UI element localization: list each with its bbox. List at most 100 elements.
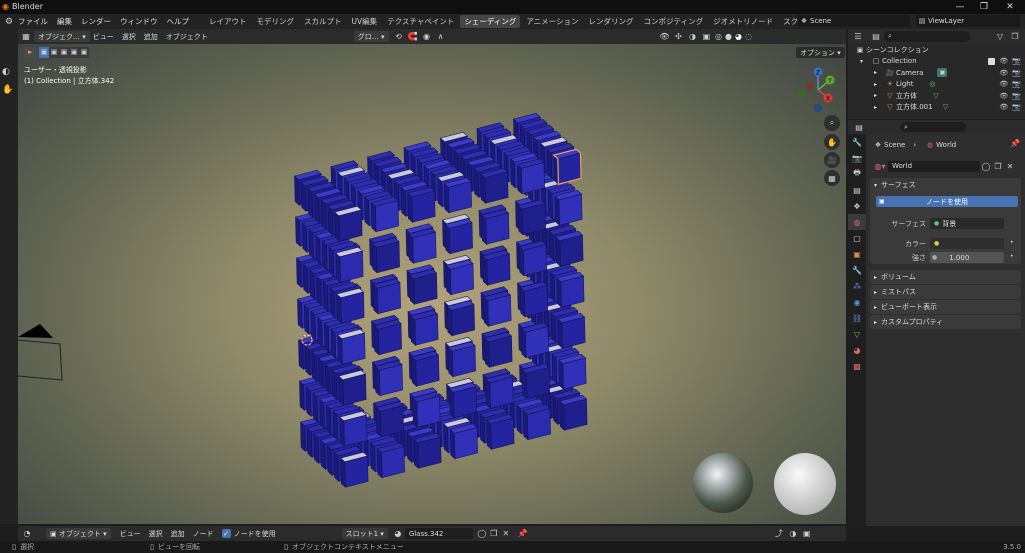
camera-view-icon[interactable]: 🎥 [824, 152, 840, 168]
camera-render-icon[interactable]: 📷 [1012, 57, 1021, 65]
shading-solid-icon[interactable]: ● [724, 32, 734, 41]
use-nodes-button[interactable]: ▣ ノードを使用 [876, 196, 1018, 207]
color-keyframe-icon[interactable]: • [1010, 239, 1014, 246]
unlink-world-icon[interactable]: ✕ [1004, 162, 1016, 171]
tab-collection[interactable]: ▢ [848, 230, 866, 246]
volume-panel[interactable]: ▸ ボリューム [870, 270, 1021, 284]
tab-view-layer[interactable]: ▤ [848, 182, 866, 198]
slot-selector[interactable]: スロット1 ▾ [341, 528, 388, 539]
outliner-search-input[interactable]: ⌕ [884, 31, 970, 42]
camera-render-icon[interactable]: 📷 [1012, 80, 1021, 88]
color-field[interactable]: ● [930, 238, 1004, 249]
menu-object[interactable]: オブジェクト [166, 32, 208, 42]
tab-animation[interactable]: アニメーション [522, 15, 582, 28]
select-extend-icon[interactable]: ▣ [49, 46, 59, 58]
tab-modifiers[interactable]: 🔧 [848, 262, 866, 278]
expand-arrow-icon[interactable]: ▸ [874, 69, 884, 76]
menu-file[interactable]: ファイル [18, 16, 48, 27]
3d-viewport[interactable]: ユーザー・透視投影 (1) Collection | 立方体.342 オプション… [18, 44, 846, 524]
pivot-icon[interactable]: ⟲ [392, 32, 406, 41]
surface-shader-field[interactable]: ● 背景 [930, 218, 1004, 229]
properties-editor-icon[interactable]: ▤ [848, 123, 870, 132]
select-intersect-icon[interactable]: ▣ [79, 46, 89, 58]
eye-icon[interactable]: 👁 [999, 92, 1008, 100]
hand-pan-icon[interactable]: ✋ [824, 134, 840, 150]
blender-menu-icon[interactable]: ⚙ [0, 17, 18, 27]
close-button[interactable]: ✕ [999, 0, 1021, 14]
minimize-button[interactable]: — [949, 0, 971, 14]
xray-icon[interactable]: ▣ [700, 32, 714, 41]
material-browse-icon[interactable]: ◕ [391, 529, 405, 538]
tab-sculpt[interactable]: スカルプト [300, 15, 346, 28]
tab-object[interactable]: ▣ [848, 246, 866, 262]
select-new-icon[interactable]: ▣ [39, 46, 49, 58]
shader-menu-node[interactable]: ノード [193, 529, 214, 539]
tab-particles[interactable]: ⁂ [848, 278, 866, 294]
select-invert-icon[interactable]: ▣ [69, 46, 79, 58]
falloff-icon[interactable]: ∧ [434, 32, 448, 41]
menu-help[interactable]: ヘルプ [167, 16, 190, 27]
tab-material[interactable]: ◕ [848, 342, 866, 358]
camera-render-icon[interactable]: 📷 [1012, 103, 1021, 111]
outliner-item-camera[interactable]: ▸ 🎥 Camera ▣ 👁 📷 [848, 67, 1025, 79]
eye-icon[interactable]: 👁 [999, 69, 1008, 77]
eye-icon[interactable]: 👁 [999, 80, 1008, 88]
shader-menu-add[interactable]: 追加 [171, 529, 185, 539]
tab-texture[interactable]: ▩ [848, 358, 866, 374]
viewport-display-panel[interactable]: ▸ ビューポート表示 [870, 300, 1021, 314]
select-tool-icon[interactable]: ▸ [24, 46, 36, 58]
eye-icon[interactable]: 👁 [999, 103, 1008, 111]
duplicate-material-icon[interactable]: ❐ [488, 529, 500, 538]
mode-selector[interactable]: オブジェク… ▾ [34, 31, 90, 42]
strength-keyframe-icon[interactable]: • [1010, 253, 1014, 260]
surface-panel-header[interactable]: ▾ サーフェス [870, 178, 1021, 192]
outliner-item-cube-001[interactable]: ▸ ▽ 立方体.001 ▽ 👁 📷 [848, 102, 1025, 114]
tab-world[interactable]: ◍ [848, 214, 866, 230]
menu-edit[interactable]: 編集 [57, 16, 72, 27]
hand-icon[interactable]: ✋ [2, 85, 13, 95]
eye-icon[interactable]: 👁 [999, 57, 1008, 65]
menu-render[interactable]: レンダー [81, 16, 111, 27]
tab-rendering[interactable]: レンダリング [585, 15, 638, 28]
tab-texture-paint[interactable]: テクスチャペイント [383, 15, 458, 28]
transform-orientation[interactable]: グロ… ▾ [353, 31, 389, 42]
sidebar-toggle-icon[interactable]: ▣ [800, 529, 814, 538]
menu-window[interactable]: ウィンドウ [120, 16, 158, 27]
camera-render-icon[interactable]: 📷 [1012, 92, 1021, 100]
tab-output[interactable]: 🖶 [848, 166, 866, 182]
shading-wire-icon[interactable]: ◎ [714, 32, 724, 41]
pin-icon[interactable]: 📌 [516, 529, 530, 538]
outliner-item-light[interactable]: ▸ ☀ Light ◎ 👁 📷 [848, 79, 1025, 91]
proportional-icon[interactable]: ◉ [420, 32, 434, 41]
world-name-field[interactable]: World [888, 160, 980, 172]
editor-type-icon[interactable]: ▦ [18, 32, 34, 41]
custom-properties-panel[interactable]: ▸ カスタムプロパティ [870, 315, 1021, 329]
tab-constraints[interactable]: ⛓ [848, 310, 866, 326]
camera-render-icon[interactable]: 📷 [1012, 69, 1021, 77]
navigation-gizmo[interactable]: Z Y X [796, 66, 840, 114]
visibility-icon[interactable]: 👁 [658, 32, 672, 41]
snapping-icon[interactable]: ⤴ [772, 528, 786, 539]
pin-icon[interactable]: 📌 [1010, 139, 1020, 148]
camera-object[interactable] [18, 304, 78, 384]
snap-icon[interactable]: 🧲 [406, 32, 420, 41]
options-dropdown[interactable]: オプション ▾ [796, 47, 845, 58]
tab-render[interactable]: 📷 [848, 150, 866, 166]
outliner-item-cube[interactable]: ▸ ▽ 立方体 ▽ 👁 📷 [848, 90, 1025, 102]
menu-select[interactable]: 選択 [122, 32, 136, 42]
shader-editor-type-icon[interactable]: ◔ [18, 529, 36, 538]
tab-compositing[interactable]: コンポジティング [640, 15, 708, 28]
maximize-button[interactable]: ❐ [973, 0, 995, 14]
zoom-icon[interactable]: ⌕ [824, 115, 840, 131]
fake-user-icon[interactable]: ◯ [476, 529, 488, 538]
menu-view[interactable]: ビュー [93, 32, 114, 42]
mist-pass-panel[interactable]: ▸ ミストパス [870, 285, 1021, 299]
tab-layout[interactable]: レイアウト [205, 15, 251, 28]
view-layer-selector[interactable]: ▤ ViewLayer [916, 15, 1020, 27]
outliner-collection[interactable]: ▾ ▢ Collection 👁 📷 [848, 56, 1025, 68]
tab-uv[interactable]: UV編集 [348, 15, 382, 28]
shading-material-icon[interactable]: ◕ [734, 32, 744, 41]
properties-search-input[interactable]: ⌕ [900, 122, 966, 132]
strength-field[interactable]: ● 1.000 [930, 252, 1004, 263]
shader-menu-select[interactable]: 選択 [149, 529, 163, 539]
